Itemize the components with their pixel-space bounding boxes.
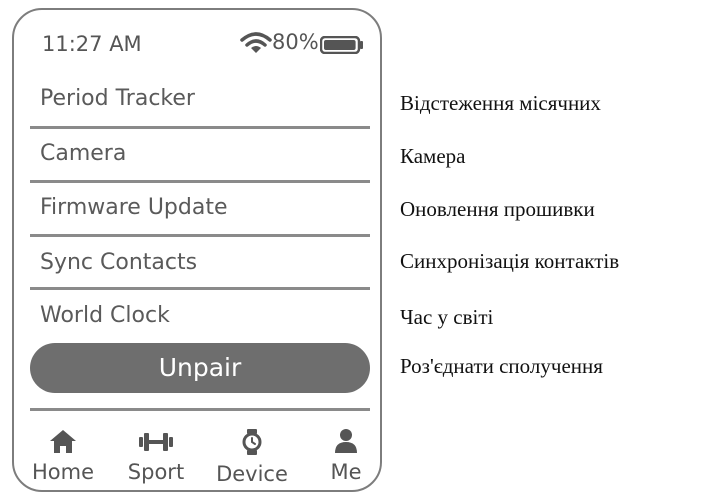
tab-home[interactable]: Home — [28, 428, 98, 484]
menu-item-world-clock[interactable]: World Clock — [32, 303, 368, 339]
menu-item-sync-contacts[interactable]: Sync Contacts — [32, 250, 368, 286]
watch-icon — [242, 429, 262, 455]
divider — [30, 180, 370, 183]
battery-percentage: 80% — [272, 30, 319, 54]
tab-sport[interactable]: Sport — [116, 428, 196, 484]
status-time: 11:27 AM — [42, 32, 142, 56]
tab-me[interactable]: Me — [318, 428, 374, 484]
translation-world-clock: Час у світі — [400, 305, 494, 329]
battery-icon — [320, 36, 363, 54]
dumbbell-icon — [139, 433, 173, 451]
translation-firmware-update: Оновлення прошивки — [400, 197, 595, 221]
home-icon — [50, 430, 76, 453]
tab-label: Device — [216, 462, 288, 486]
phone-frame: 11:27 AM 80% Period Tracker Camera Firmw… — [12, 8, 382, 492]
tab-label: Me — [330, 460, 362, 484]
divider — [30, 126, 370, 129]
translation-unpair: Роз'єднати сполучення — [400, 354, 603, 378]
menu-item-period-tracker[interactable]: Period Tracker — [32, 86, 368, 122]
translation-period-tracker: Відстеження місячних — [400, 91, 601, 115]
tab-device[interactable]: Device — [207, 428, 297, 486]
unpair-button[interactable]: Unpair — [30, 343, 370, 393]
person-icon — [335, 429, 357, 453]
wifi-icon — [240, 32, 272, 53]
menu-item-firmware-update[interactable]: Firmware Update — [32, 195, 368, 231]
menu-item-camera[interactable]: Camera — [32, 141, 368, 177]
menu-item-label: Camera — [40, 141, 127, 166]
tab-label: Home — [31, 460, 94, 484]
menu-item-label: Firmware Update — [40, 195, 228, 220]
translation-camera: Камера — [400, 144, 466, 168]
divider — [30, 408, 370, 411]
divider — [30, 287, 370, 290]
menu-item-label: Sync Contacts — [40, 250, 198, 275]
divider — [30, 234, 370, 237]
tab-label: Sport — [127, 460, 185, 484]
menu-item-label: World Clock — [40, 303, 170, 328]
menu-item-label: Period Tracker — [40, 86, 195, 111]
translation-sync-contacts: Синхронізація контактів — [400, 249, 620, 273]
